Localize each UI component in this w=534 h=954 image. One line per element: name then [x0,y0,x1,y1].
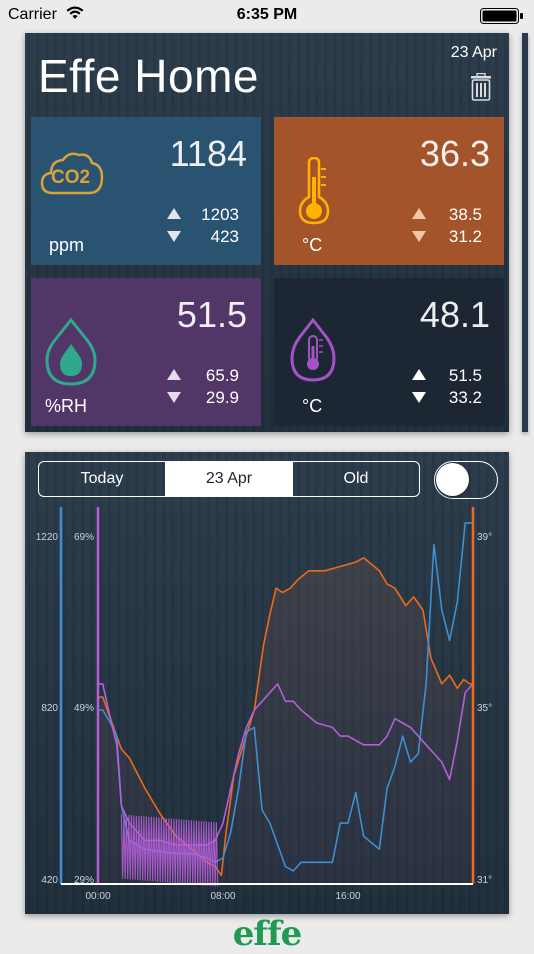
x-tick: 16:00 [335,891,360,902]
app-title: Effe Home [38,50,259,102]
heat-index-value: 48.1 [419,294,490,335]
co2-high: 1203 [201,205,239,224]
co2-tile[interactable]: CO2 ppm 1184 1203 423 [31,117,261,265]
temperature-unit: °C [302,235,323,255]
down-arrow-icon [167,231,181,242]
current-date: 23 Apr [450,44,497,61]
status-bar: Carrier 6:35 PM [0,0,534,30]
humidity-low: 29.9 [205,388,239,407]
up-arrow-icon [167,208,181,219]
sensor-panel: Effe Home 23 Apr CO2 ppm 1184 1203 423 °… [25,33,509,432]
co2-unit: ppm [49,235,85,255]
up-arrow-icon [412,208,426,219]
up-arrow-icon [167,369,181,380]
x-tick: 08:00 [210,891,235,902]
humidity-tick: 49% [74,703,94,714]
temperature-tick: 39° [477,532,492,543]
co2-icon-label: CO2 [51,167,91,188]
temperature-high: 38.5 [448,205,482,224]
trash-icon[interactable] [469,73,493,101]
x-tick: 00:00 [85,891,110,902]
thermo-drop-icon [290,318,336,382]
temperature-tile[interactable]: °C 36.3 38.5 31.2 [274,117,504,265]
co2-tick: 420 [41,875,58,886]
heat-index-unit: °C [302,396,323,416]
humidity-drop-icon [45,318,97,386]
status-time: 6:35 PM [236,6,298,23]
history-chart: 1220 820 420 69% 49% 29% 39° 35° 31° 00:00 08:00 16… [36,507,492,902]
humidity-tile[interactable]: %RH 51.5 65.9 29.9 [31,278,261,426]
heat-index-tile[interactable]: °C 48.1 51.5 33.2 [274,278,504,426]
temperature-low: 31.2 [448,227,482,246]
humidity-tick: 69% [74,532,94,543]
temperature-value: 36.3 [419,133,490,174]
down-arrow-icon [412,392,426,403]
humidity-value: 51.5 [176,294,247,335]
thermometer-icon [298,157,330,225]
temperature-tick: 31° [477,875,492,886]
down-arrow-icon [412,231,426,242]
co2-value: 1184 [169,133,247,174]
temperature-tick: 35° [477,703,492,714]
humidity-high: 65.9 [205,366,239,385]
humidity-tick: 29% [74,875,94,886]
up-arrow-icon [412,369,426,380]
heat-index-high: 51.5 [448,366,482,385]
co2-tick: 820 [41,703,58,714]
co2-tick: 1220 [36,532,59,543]
co2-low: 423 [210,227,239,246]
effe-logo: effe [232,914,303,954]
history-panel: Today 23 Apr Old 1220 820 420 69% 49% 29% 39° 3… [25,452,509,914]
heat-index-low: 33.2 [448,388,482,407]
down-arrow-icon [167,392,181,403]
humidity-unit: %RH [45,396,88,416]
battery-icon [480,8,523,24]
next-page-edge [522,33,528,432]
